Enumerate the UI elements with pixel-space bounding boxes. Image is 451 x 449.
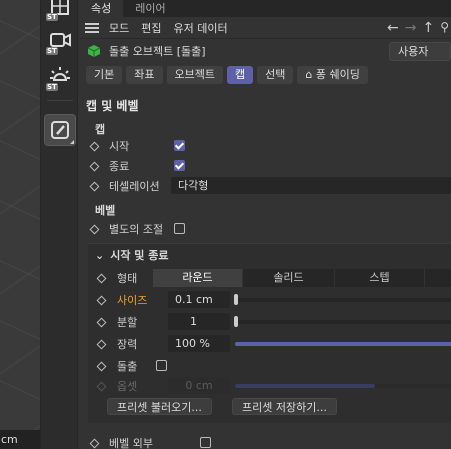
light-tool-button[interactable]: ST: [44, 60, 76, 92]
keyframe-icon[interactable]: [96, 273, 107, 284]
tab-phong[interactable]: ⌂ 퐁 쉐이딩: [297, 66, 368, 84]
shape-segmented-control: 라운드 솔리드 스텝: [153, 269, 451, 287]
back-arrow-icon[interactable]: ←: [387, 20, 399, 36]
keyframe-icon: [96, 381, 107, 392]
attribute-manager: 속성 레이어 모드 편집 유저 데이터 ← → ↑ ⚲ 돌출 오브젝트 [돌출]…: [79, 0, 451, 449]
tension-input[interactable]: 100 %: [168, 335, 230, 352]
offset-input: 0 cm: [168, 377, 230, 394]
cap-group-title: 캡: [95, 123, 106, 136]
keyframe-icon[interactable]: [89, 438, 100, 449]
viewport-unit-readout: cm: [0, 430, 40, 449]
polygon-snap-tool-button[interactable]: ST: [44, 0, 76, 22]
subdivision-slider[interactable]: [235, 320, 451, 324]
subdivision-input[interactable]: 1: [168, 313, 230, 330]
bevel-separate-row: 별도의 조절: [79, 220, 451, 238]
preset-load-button[interactable]: 프리셋 불러오기...: [107, 398, 212, 415]
size-slider-knob[interactable]: [234, 294, 238, 305]
extrude-checkbox[interactable]: [156, 360, 167, 371]
tab-selection[interactable]: 선택: [257, 66, 294, 84]
bevel-outside-row: 베벨 외부: [79, 434, 451, 449]
bevel-group-title: 베벨: [95, 204, 116, 217]
menu-mode[interactable]: 모드: [109, 20, 129, 36]
keyframe-icon[interactable]: [96, 295, 107, 306]
object-header: 돌출 오브젝트 [돌출] 사용자: [79, 39, 451, 63]
section-title: 캡 및 베벨: [86, 99, 139, 113]
manager-tabs: 속성 레이어: [79, 0, 451, 17]
subdivision-label: 분할: [117, 316, 138, 329]
shape-option-round[interactable]: 라운드: [153, 269, 243, 287]
menu-user-data[interactable]: 유저 데이터: [174, 20, 228, 36]
shape-option-solid[interactable]: 솔리드: [243, 269, 335, 287]
shape-option-more[interactable]: [425, 269, 451, 287]
size-row: 사이즈 0.1 cm: [79, 291, 451, 309]
search-icon[interactable]: ⚲: [440, 20, 449, 36]
subdivision-row: 분할 1: [79, 313, 451, 331]
bevel-separate-label: 별도의 조절: [109, 223, 164, 236]
cap-start-label: 시작: [109, 140, 130, 153]
tension-slider-fill: [235, 342, 451, 346]
object-name: 돌출 오브젝트 [돌출]: [109, 45, 206, 58]
bevel-outside-label: 베벨 외부: [109, 437, 153, 449]
tessellation-dropdown[interactable]: 다각형: [171, 177, 451, 194]
size-label: 사이즈: [117, 294, 148, 307]
keyframe-icon[interactable]: [96, 317, 107, 328]
offset-label: 옵셋: [117, 380, 138, 393]
tessellation-row: 테셀레이션 다각형: [79, 177, 451, 195]
camera-tool-button[interactable]: ST: [44, 24, 76, 56]
cap-end-checkbox[interactable]: [174, 160, 185, 171]
bevel-outside-checkbox[interactable]: [200, 437, 211, 448]
keyframe-icon[interactable]: [89, 224, 100, 235]
subdivision-slider-knob[interactable]: [234, 316, 238, 327]
size-slider[interactable]: [235, 298, 451, 302]
up-arrow-icon[interactable]: ↑: [422, 20, 434, 36]
keyframe-icon[interactable]: [96, 339, 107, 350]
shape-row: 형태 라운드 솔리드 스텝: [79, 269, 451, 287]
tab-object[interactable]: 오브젝트: [166, 66, 223, 84]
tab-caps[interactable]: 캡: [226, 66, 254, 84]
bevel-separate-checkbox[interactable]: [174, 223, 185, 234]
shape-option-step[interactable]: 스텝: [335, 269, 425, 287]
cap-end-row: 종료: [79, 157, 451, 175]
start-end-title-text: 시작 및 종료: [110, 249, 169, 262]
tab-coord[interactable]: 좌표: [126, 66, 163, 84]
tab-attributes[interactable]: 속성: [79, 0, 124, 17]
tension-row: 장력 100 %: [79, 335, 451, 353]
menu-icon[interactable]: [85, 22, 99, 33]
tension-label: 장력: [117, 338, 138, 351]
keyframe-icon[interactable]: [96, 361, 107, 372]
offset-slider-fill: [235, 384, 375, 388]
collapse-chevron-icon: ⌄: [95, 249, 105, 262]
phong-icon: ⌂: [305, 68, 316, 81]
extrude-label: 돌출: [117, 360, 138, 373]
cap-start-checkbox[interactable]: [174, 140, 185, 151]
preset-save-button[interactable]: 프리셋 저장하기...: [232, 398, 337, 415]
start-end-group-title[interactable]: ⌄ 시작 및 종료: [95, 247, 168, 263]
tab-layers[interactable]: 레이어: [123, 0, 177, 17]
object-tabs: 기본 좌표 오브젝트 캡 선택 ⌂ 퐁 쉐이딩: [79, 63, 451, 87]
keyframe-icon[interactable]: [89, 141, 100, 152]
cap-start-row: 시작: [79, 137, 451, 155]
mode-dropdown[interactable]: 사용자: [389, 41, 451, 61]
tab-basic[interactable]: 기본: [86, 66, 123, 84]
keyframe-icon[interactable]: [89, 181, 100, 192]
viewport[interactable]: cm: [0, 0, 40, 449]
offset-row: 옵셋 0 cm: [79, 377, 451, 395]
tool-strip: ST ST ST: [40, 0, 78, 449]
keyframe-icon[interactable]: [89, 161, 100, 172]
cap-end-label: 종료: [109, 160, 130, 173]
menu-edit[interactable]: 편집: [141, 20, 161, 36]
edit-tool-button[interactable]: [44, 114, 76, 146]
menubar: 모드 편집 유저 데이터 ← → ↑ ⚲: [79, 17, 451, 39]
extrude-object-icon: [87, 45, 101, 57]
tessellation-label: 테셀레이션: [109, 180, 160, 193]
shape-label: 형태: [117, 272, 138, 285]
size-input[interactable]: 0.1 cm: [168, 291, 230, 308]
extrude-row: 돌출: [79, 357, 451, 375]
forward-arrow-icon[interactable]: →: [405, 20, 417, 36]
tab-phong-label: 퐁 쉐이딩: [315, 68, 360, 81]
